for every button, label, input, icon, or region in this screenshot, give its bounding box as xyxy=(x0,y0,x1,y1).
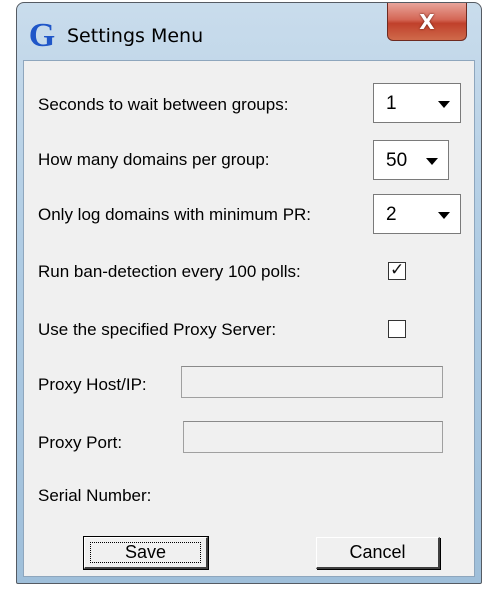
checkmark-icon: ✓ xyxy=(390,260,405,280)
min-pr-value: 2 xyxy=(386,204,397,225)
settings-window: G Settings Menu X Seconds to wait betwee… xyxy=(16,2,482,584)
settings-panel: Seconds to wait between groups: 1 How ma… xyxy=(23,60,475,577)
ban-detection-label: Run ban-detection every 100 polls: xyxy=(38,262,301,281)
ban-detection-checkbox[interactable]: ✓ xyxy=(388,260,406,280)
domains-per-group-label: How many domains per group: xyxy=(38,150,270,169)
chevron-down-icon xyxy=(438,101,450,108)
proxy-port-label: Proxy Port: xyxy=(38,433,123,452)
wait-seconds-label: Seconds to wait between groups: xyxy=(38,95,289,114)
cancel-button[interactable]: Cancel xyxy=(316,537,440,569)
close-icon: X xyxy=(419,9,435,34)
proxy-host-label: Proxy Host/IP: xyxy=(38,375,147,394)
app-g-icon: G xyxy=(28,17,56,54)
min-pr-label: Only log domains with minimum PR: xyxy=(38,205,312,224)
use-proxy-checkbox[interactable] xyxy=(388,320,406,338)
chevron-down-icon xyxy=(438,212,450,219)
window-title: Settings Menu xyxy=(67,25,204,47)
cancel-button-label: Cancel xyxy=(349,542,406,562)
serial-number-label: Serial Number: xyxy=(38,486,152,505)
wait-seconds-value: 1 xyxy=(386,93,397,114)
proxy-port-input[interactable] xyxy=(183,421,443,453)
focus-rectangle xyxy=(90,542,201,563)
title-bar[interactable]: G Settings Menu X xyxy=(17,3,481,60)
chevron-down-icon xyxy=(426,158,438,165)
domains-per-group-value: 50 xyxy=(386,150,408,171)
min-pr-select[interactable]: 2 xyxy=(373,194,461,234)
domains-per-group-select[interactable]: 50 xyxy=(373,140,449,180)
proxy-host-input[interactable] xyxy=(181,366,443,398)
wait-seconds-select[interactable]: 1 xyxy=(373,83,461,123)
save-button[interactable]: Save xyxy=(83,536,209,570)
close-button[interactable]: X xyxy=(387,3,467,41)
use-proxy-label: Use the specified Proxy Server: xyxy=(38,320,277,339)
